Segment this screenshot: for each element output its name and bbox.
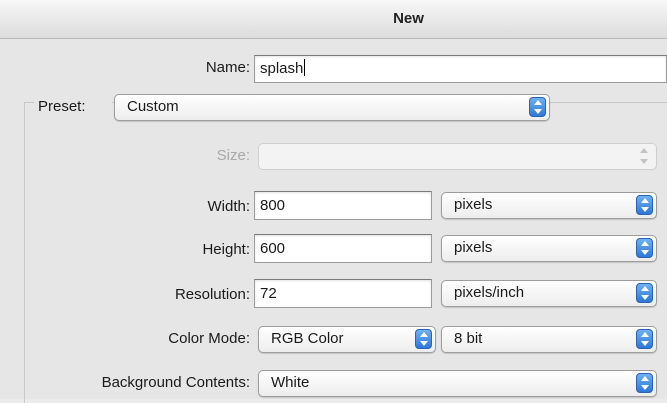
height-unit-stepper-icon [636,238,653,258]
width-unit-select[interactable]: pixels [441,192,657,219]
color-mode-value: RGB Color [271,330,344,347]
resolution-unit-stepper-icon [636,283,653,303]
preset-select[interactable]: Custom [114,94,550,121]
background-contents-label: Background Contents: [101,374,250,391]
width-field[interactable]: 800 [254,191,432,220]
preset-label: Preset: [34,93,112,121]
name-value: splash [260,60,304,77]
resolution-field[interactable]: 72 [254,279,432,308]
color-mode-select[interactable]: RGB Color [258,326,436,353]
bit-depth-stepper-icon [636,329,653,349]
color-mode-label: Color Mode: [168,330,250,347]
title-bar: New [0,0,667,39]
size-label: Size: [216,147,250,164]
width-unit-stepper-icon [636,195,653,215]
bit-depth-select[interactable]: 8 bit [441,326,657,353]
height-unit-value: pixels [454,239,493,256]
preset-stepper-icon [529,97,546,117]
size-stepper-icon [636,146,653,166]
resolution-unit-value: pixels/inch [454,284,525,301]
width-unit-value: pixels [454,196,493,213]
background-contents-select[interactable]: White [258,370,657,397]
color-mode-stepper-icon [415,329,432,349]
preset-value: Custom [127,98,179,115]
name-label: Name: [205,59,250,76]
size-select [258,143,657,170]
name-field[interactable]: splash [254,55,667,83]
background-contents-value: White [271,374,310,391]
resolution-label: Resolution: [174,286,250,303]
resolution-unit-select[interactable]: pixels/inch [441,280,657,307]
text-cursor [304,59,306,76]
height-unit-select[interactable]: pixels [441,235,657,262]
background-contents-stepper-icon [636,373,653,393]
height-field[interactable]: 600 [254,234,432,263]
window-title: New [393,10,424,27]
width-value: 800 [260,197,286,214]
height-value: 600 [260,240,286,257]
width-label: Width: [207,198,250,215]
resolution-value: 72 [260,285,277,302]
bit-depth-value: 8 bit [454,330,483,347]
height-label: Height: [202,241,250,258]
